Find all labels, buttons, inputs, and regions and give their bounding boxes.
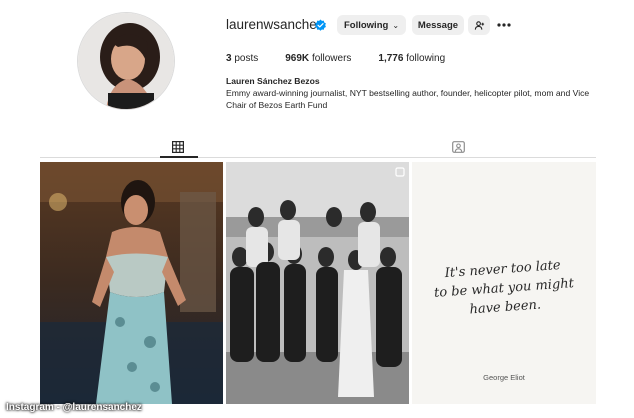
post-thumbnail-2[interactable] (226, 162, 409, 404)
profile-username: laurenwsanchez (226, 17, 324, 32)
posts-grid-icon[interactable] (172, 141, 184, 153)
message-button-label: Message (417, 19, 459, 31)
followers-count: 969K (285, 53, 310, 64)
tabs-divider (40, 157, 596, 158)
posts-label: posts (234, 53, 259, 64)
verified-badge-icon (315, 19, 326, 31)
following-stat[interactable]: 1,776 following (378, 53, 445, 64)
post-thumbnail-1[interactable] (40, 162, 223, 404)
following-label: following (406, 53, 446, 64)
post-2-image (226, 162, 409, 404)
quote-text: It's never too late to be what you might… (412, 254, 596, 324)
posts-stat: 3 posts (226, 53, 258, 64)
suggested-users-button[interactable] (468, 15, 490, 35)
followers-stat[interactable]: 969K followers (285, 53, 351, 64)
following-button[interactable]: Following ⌄ (337, 15, 406, 35)
chevron-down-icon: ⌄ (392, 20, 400, 30)
more-options-icon[interactable] (497, 19, 511, 31)
add-person-icon (474, 20, 484, 30)
bio-full-name: Lauren Sánchez Bezos (226, 76, 320, 86)
post-thumbnail-3[interactable]: It's never too late to be what you might… (412, 162, 596, 404)
quote-author: George Eliot (483, 373, 525, 382)
active-tab-indicator (160, 156, 198, 158)
posts-count: 3 (226, 53, 232, 64)
following-count: 1,776 (378, 53, 404, 64)
profile-stats: 3 posts 969K followers 1,776 following (226, 53, 472, 64)
message-button[interactable]: Message (412, 15, 464, 35)
bio-text: Emmy award-winning journalist, NYT bests… (226, 88, 590, 110)
followers-label: followers (311, 53, 352, 64)
tagged-person-icon[interactable] (452, 141, 465, 153)
photo-credit: Instagram - @laurensanchez (6, 402, 142, 413)
post-1-image (40, 162, 223, 404)
profile-avatar[interactable] (78, 13, 174, 109)
following-button-label: Following (343, 19, 389, 31)
